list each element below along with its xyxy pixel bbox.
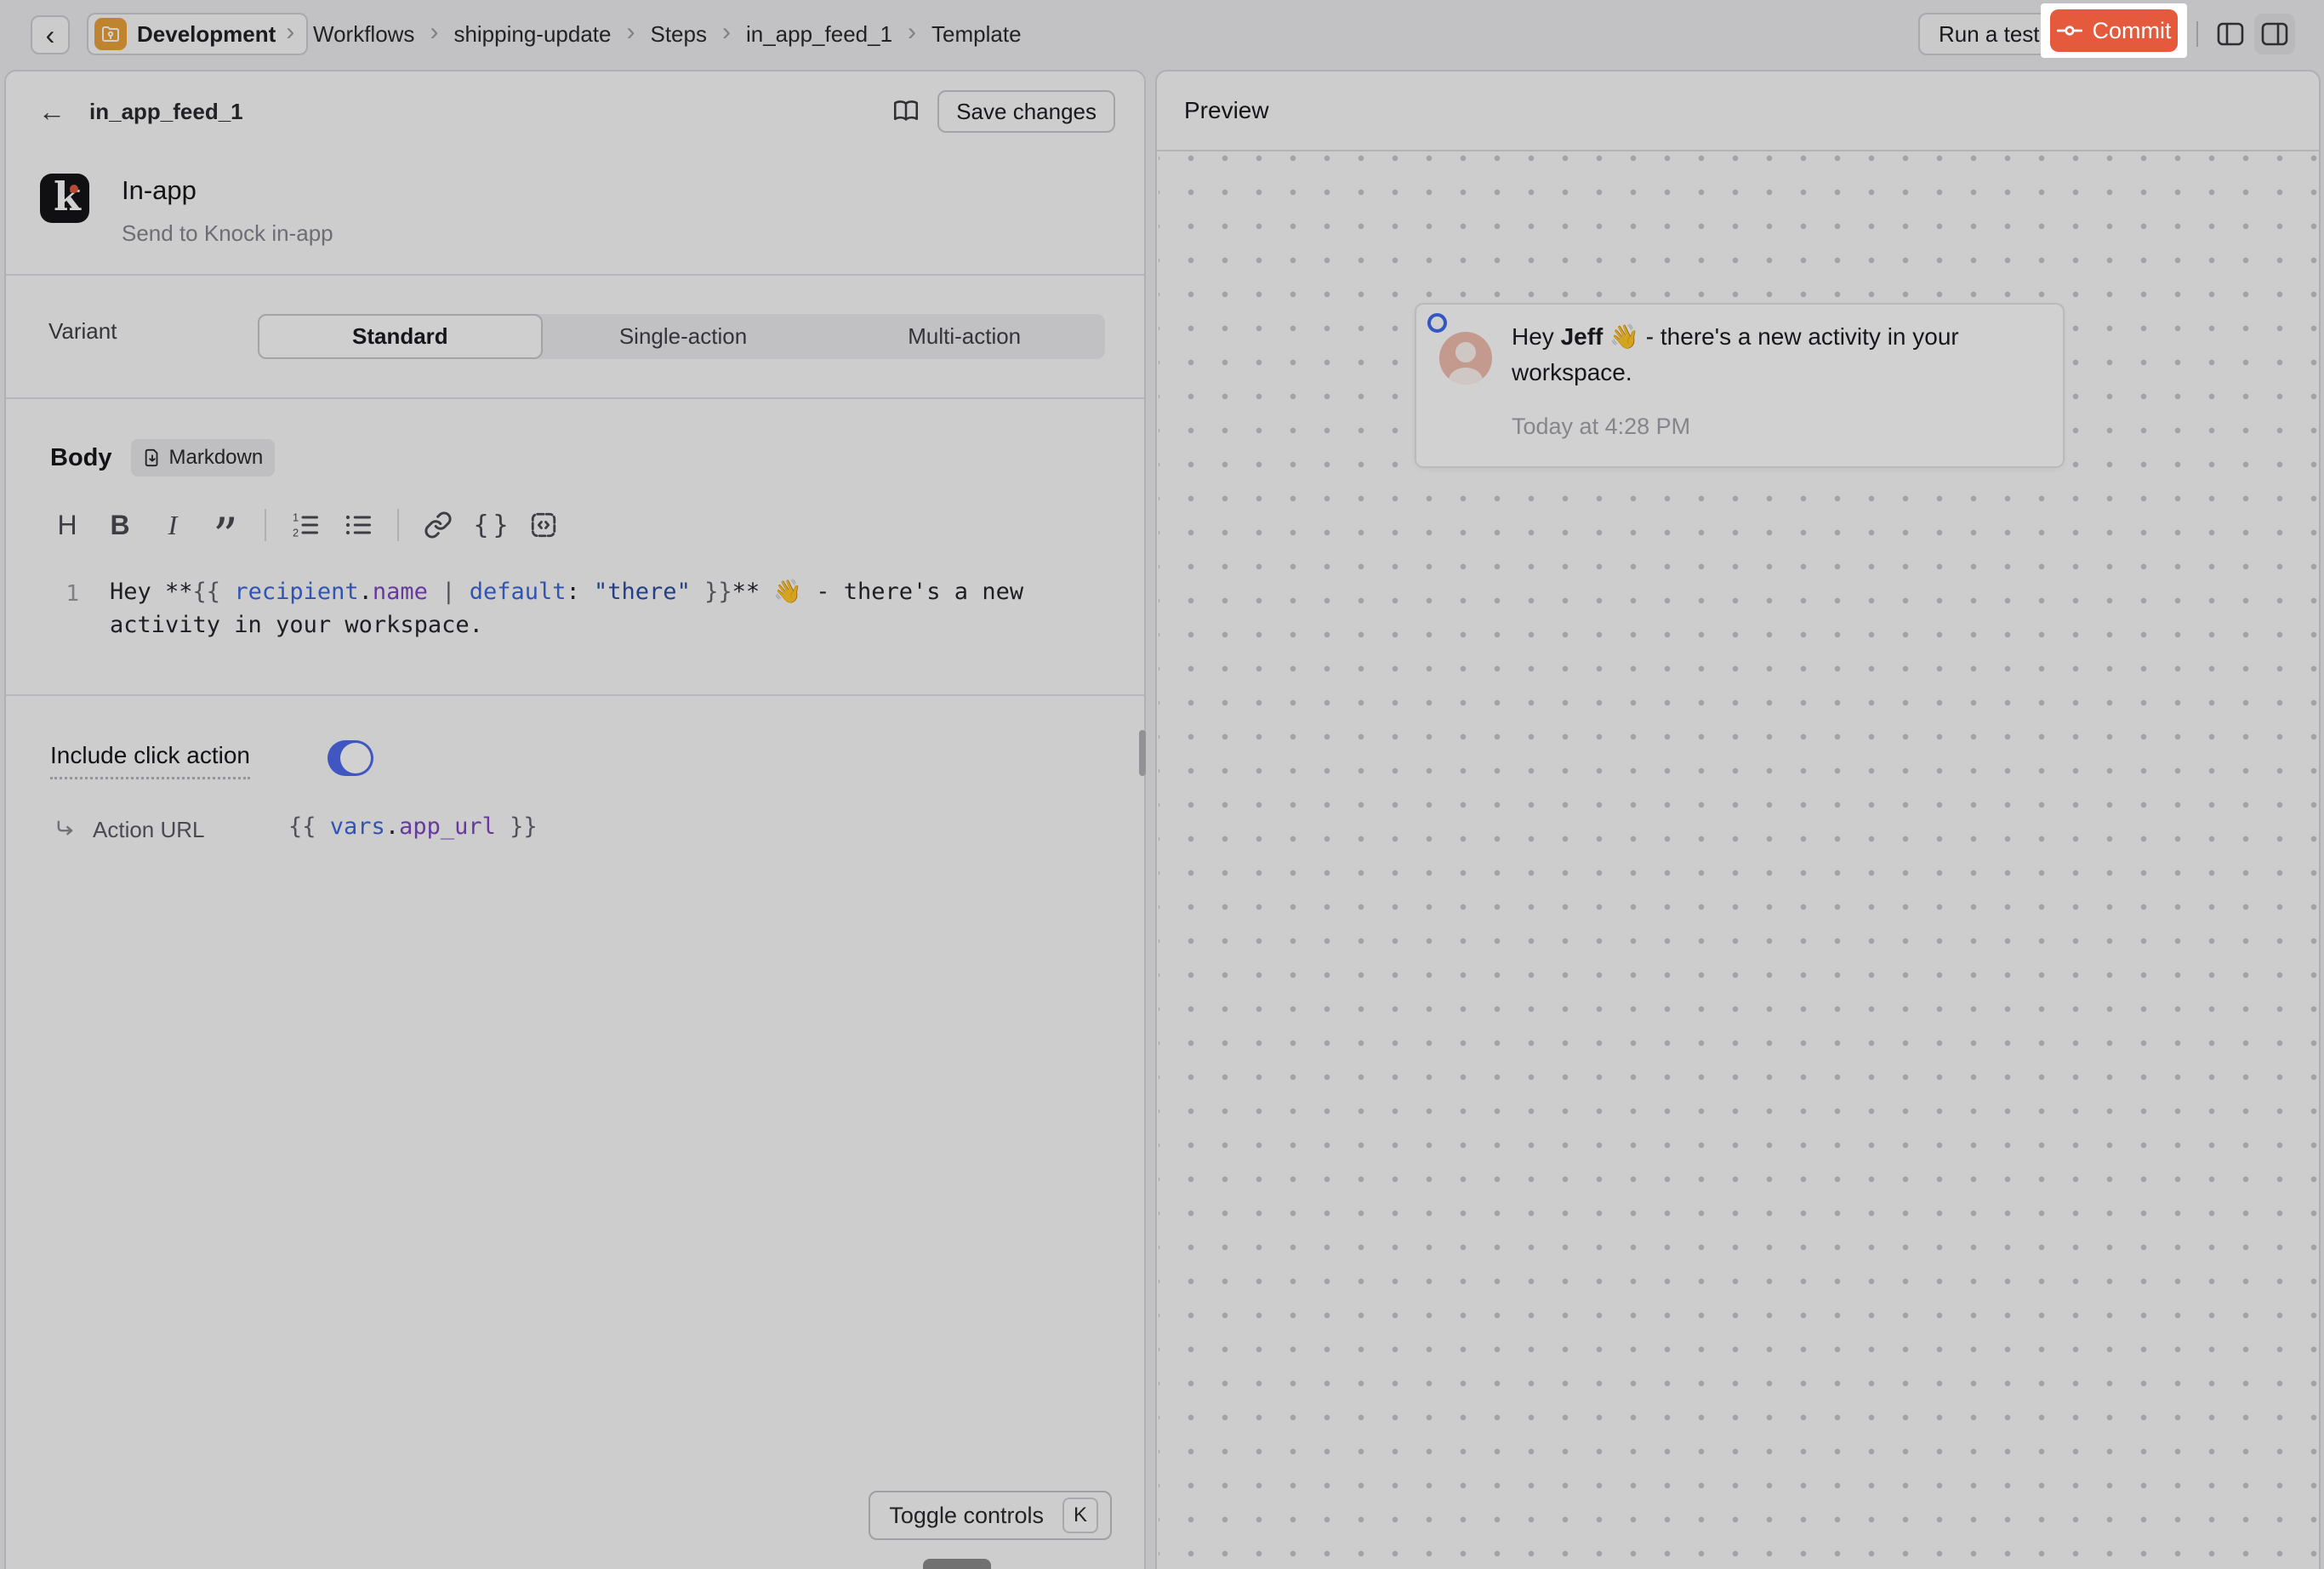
code-line[interactable]: Hey **{{ recipient.name | default: "ther… xyxy=(110,575,1105,642)
variant-option-multi-action[interactable]: Multi-action xyxy=(823,314,1105,359)
chevron-right-icon: › xyxy=(430,20,438,48)
svg-text:2: 2 xyxy=(293,527,299,539)
knock-logo: k xyxy=(40,174,89,223)
notification-card[interactable]: Hey Jeff 👋 - there's a new activity in y… xyxy=(1415,303,2065,468)
action-url-value[interactable]: {{ vars.app_url }} xyxy=(288,813,538,840)
chevron-right-icon: › xyxy=(722,20,731,48)
bottom-tooltip-partial xyxy=(923,1559,991,1569)
recipient-name: Jeff xyxy=(1561,323,1603,350)
template-editor-panel: ← in_app_feed_1 Save changes k In-app Se… xyxy=(4,70,1146,1569)
heading-icon[interactable]: H xyxy=(47,505,88,545)
chevron-right-icon: › xyxy=(626,20,635,48)
back-arrow-icon[interactable]: ← xyxy=(38,96,66,128)
top-bar: ‹ Development › Workflows › shipping-updat… xyxy=(0,0,2324,68)
svg-text:1: 1 xyxy=(293,511,299,524)
environment-switcher[interactable]: Development › xyxy=(87,13,308,55)
italic-icon[interactable]: I xyxy=(152,505,193,545)
avatar xyxy=(1439,332,1492,385)
scrollbar-thumb[interactable] xyxy=(1139,730,1146,776)
git-commit-icon xyxy=(2057,22,2082,39)
link-icon[interactable] xyxy=(418,505,459,545)
toggle-left-panel-button[interactable] xyxy=(2210,14,2251,54)
chevron-right-icon: › xyxy=(286,20,294,48)
save-changes-button[interactable]: Save changes xyxy=(937,90,1115,133)
toggle-controls-button[interactable]: Toggle controls K xyxy=(869,1491,1112,1540)
section-divider xyxy=(6,694,1144,696)
bold-icon[interactable]: B xyxy=(100,505,140,545)
variant-segmented-control: Standard Single-action Multi-action xyxy=(258,314,1105,359)
ordered-list-icon[interactable]: 1 2 xyxy=(285,505,326,545)
bullet-list-icon[interactable] xyxy=(338,505,379,545)
channel-title: In-app xyxy=(122,175,333,206)
preview-canvas: Hey Jeff 👋 - there's a new activity in y… xyxy=(1159,153,2317,1569)
breadcrumb-item[interactable]: Workflows xyxy=(313,21,414,48)
channel-subtitle: Send to Knock in-app xyxy=(122,220,333,247)
breadcrumb-item[interactable]: in_app_feed_1 xyxy=(746,21,892,48)
commit-highlight-box: Commit xyxy=(2041,3,2187,58)
preview-title: Preview xyxy=(1184,97,1269,124)
environment-folder-icon xyxy=(94,18,127,50)
topbar-divider xyxy=(2196,21,2198,47)
include-click-action-toggle[interactable] xyxy=(328,740,373,776)
notification-message: Hey Jeff 👋 - there's a new activity in y… xyxy=(1512,319,2015,391)
environment-label: Development xyxy=(137,21,276,48)
toggle-right-panel-button[interactable] xyxy=(2254,14,2295,54)
editor-toolbar: H B I ” 1 2 {} xyxy=(47,504,564,546)
variant-label: Variant xyxy=(48,318,117,345)
section-divider xyxy=(6,397,1144,399)
unread-indicator xyxy=(1427,313,1447,333)
breadcrumb-item[interactable]: Template xyxy=(931,21,1022,48)
preview-panel: Preview Hey Jeff 👋 - there's a new activ… xyxy=(1155,70,2321,1569)
preview-header: Preview xyxy=(1157,71,2319,151)
back-button[interactable]: ‹ xyxy=(31,15,70,54)
breadcrumb: Workflows › shipping-update › Steps › in_app_f… xyxy=(313,0,1022,68)
breadcrumb-item[interactable]: Steps xyxy=(650,21,707,48)
step-name: in_app_feed_1 xyxy=(89,99,243,125)
run-a-test-button[interactable]: Run a test xyxy=(1918,13,2060,55)
markdown-badge[interactable]: Markdown xyxy=(131,439,276,476)
variant-option-standard[interactable]: Standard xyxy=(258,314,543,359)
line-number: 1 xyxy=(50,581,79,607)
markdown-file-icon xyxy=(143,448,162,467)
variable-braces-icon[interactable]: {} xyxy=(470,505,511,545)
body-label: Body xyxy=(50,444,112,472)
keyboard-shortcut-k: K xyxy=(1062,1498,1098,1533)
docs-book-icon[interactable] xyxy=(886,92,926,131)
notification-timestamp: Today at 4:28 PM xyxy=(1512,414,1690,440)
action-url-label: Action URL xyxy=(93,817,205,843)
include-click-action-label: Include click action xyxy=(50,742,250,779)
variant-option-single-action[interactable]: Single-action xyxy=(543,314,824,359)
chevron-right-icon: › xyxy=(908,20,916,48)
code-block-icon[interactable] xyxy=(523,505,564,545)
breadcrumb-item[interactable]: shipping-update xyxy=(453,21,611,48)
blockquote-icon[interactable]: ” xyxy=(205,505,246,545)
commit-button[interactable]: Commit xyxy=(2050,9,2178,52)
corner-down-right-icon xyxy=(54,818,77,842)
